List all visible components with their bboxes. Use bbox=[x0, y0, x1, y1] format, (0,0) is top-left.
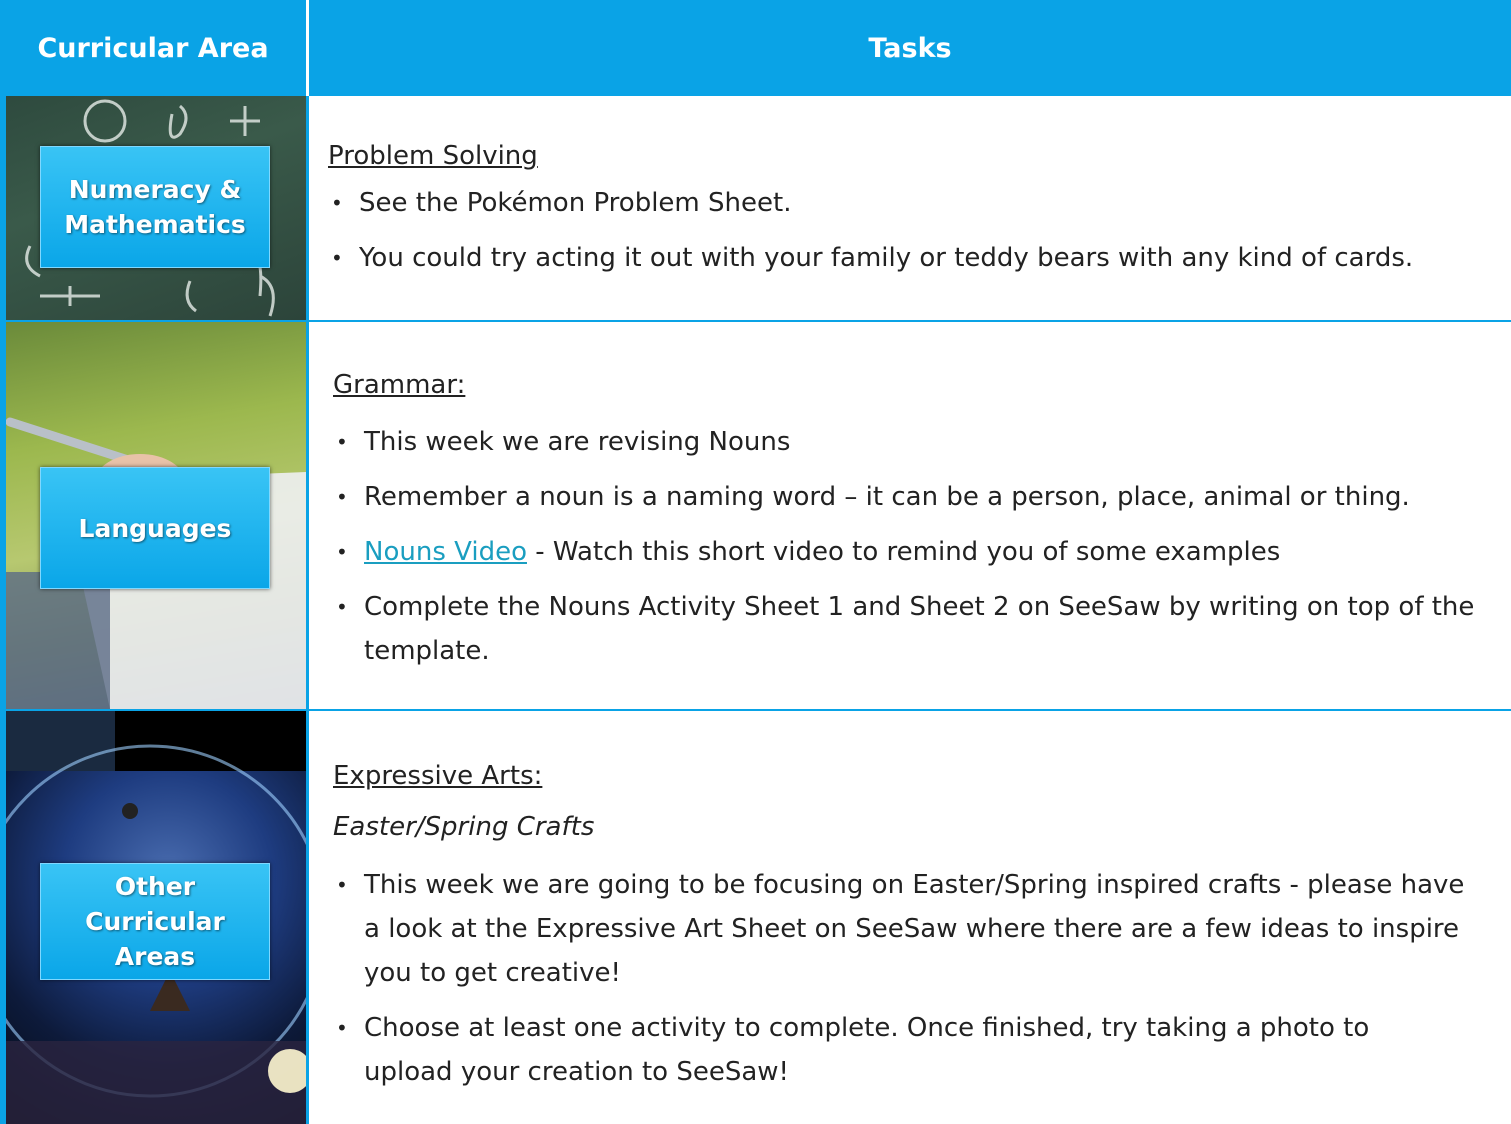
label-other-areas: Other Curricular Areas bbox=[40, 863, 270, 980]
bullet: • bbox=[336, 430, 348, 454]
list-item-text: This week we are going to be focusing on… bbox=[364, 870, 1465, 988]
row-left-edge bbox=[0, 96, 6, 320]
list-item: • See the Pokémon Problem Sheet. bbox=[319, 181, 791, 225]
list-item: • This week we are going to be focusing … bbox=[324, 863, 1484, 995]
list-item-text: Remember a noun is a naming word – it ca… bbox=[364, 482, 1410, 512]
list-item: • Nouns Video - Watch this short video t… bbox=[324, 530, 1280, 574]
task-heading: Problem Solving bbox=[328, 141, 538, 171]
link-suffix-text: - Watch this short video to remind you o… bbox=[526, 537, 1281, 567]
list-item: • Remember a noun is a naming word – it … bbox=[324, 475, 1410, 519]
label-line: Mathematics bbox=[64, 210, 246, 239]
label-line: Other bbox=[114, 872, 196, 901]
task-subheading: Easter/Spring Crafts bbox=[333, 812, 595, 842]
row-left-edge bbox=[0, 322, 6, 709]
header-curricular-area: Curricular Area bbox=[0, 0, 306, 96]
label-languages: Languages bbox=[40, 467, 270, 589]
nouns-video-link[interactable]: Nouns Video bbox=[364, 537, 527, 567]
list-item-text: Complete the Nouns Activity Sheet 1 and … bbox=[364, 592, 1475, 666]
bullet: • bbox=[331, 191, 343, 215]
tasks-languages: Grammar: • This week we are revising Nou… bbox=[309, 322, 1511, 709]
row-languages: Languages Grammar: • This week we are re… bbox=[0, 322, 1511, 709]
bullet: • bbox=[336, 873, 348, 897]
row-numeracy: Numeracy & Mathematics Problem Solving •… bbox=[0, 96, 1511, 320]
row-left-edge bbox=[0, 711, 6, 1124]
list-item: • This week we are revising Nouns bbox=[324, 420, 790, 464]
bullet: • bbox=[336, 1016, 348, 1040]
list-item-text: Choose at least one activity to complete… bbox=[364, 1013, 1370, 1087]
list-item-text: Nouns Video - Watch this short video to … bbox=[364, 530, 1280, 574]
header-tasks: Tasks bbox=[309, 0, 1511, 96]
tasks-other-areas: Expressive Arts: Easter/Spring Crafts • … bbox=[309, 711, 1511, 1124]
curriculum-table: Curricular Area Tasks Numeracy & Mathema… bbox=[0, 0, 1511, 1124]
label-line: Curricular bbox=[85, 907, 225, 936]
list-item: • Choose at least one activity to comple… bbox=[324, 1006, 1424, 1094]
list-item: • You could try acting it out with your … bbox=[319, 236, 1413, 280]
row-other-areas: Other Curricular Areas Expressive Arts: … bbox=[0, 711, 1511, 1124]
label-line: Languages bbox=[78, 513, 232, 543]
tasks-numeracy: Problem Solving • See the Pokémon Proble… bbox=[309, 96, 1511, 320]
list-item-text: You could try acting it out with your fa… bbox=[359, 243, 1414, 273]
label-line: Numeracy & bbox=[68, 175, 242, 204]
task-heading: Grammar: bbox=[333, 370, 466, 400]
list-item: • Complete the Nouns Activity Sheet 1 an… bbox=[324, 585, 1494, 673]
bullet: • bbox=[331, 246, 343, 270]
label-numeracy: Numeracy & Mathematics bbox=[40, 146, 270, 268]
list-item-text: See the Pokémon Problem Sheet. bbox=[359, 188, 792, 218]
label-line: Areas bbox=[114, 942, 196, 971]
bullet: • bbox=[336, 540, 348, 564]
bullet: • bbox=[336, 595, 348, 619]
task-heading: Expressive Arts: bbox=[333, 761, 543, 791]
list-item-text: This week we are revising Nouns bbox=[364, 427, 791, 457]
bullet: • bbox=[336, 485, 348, 509]
